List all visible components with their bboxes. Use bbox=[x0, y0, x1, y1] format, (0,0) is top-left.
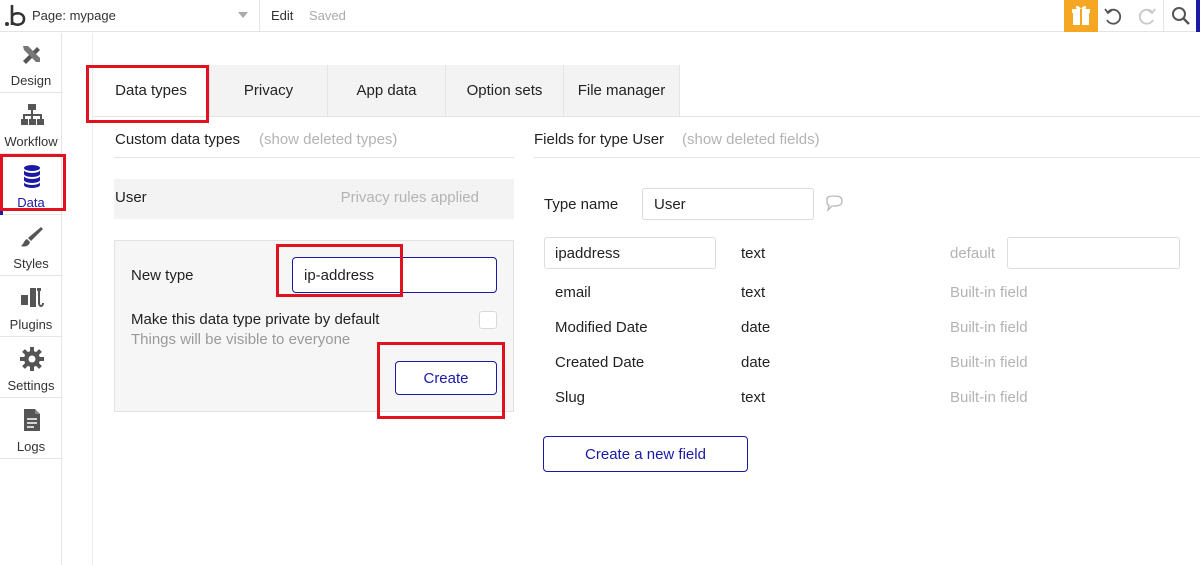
tab-file-manager[interactable]: File manager bbox=[564, 65, 680, 117]
sidebar-item-label: Data bbox=[17, 195, 45, 210]
field-name: email bbox=[555, 284, 591, 301]
default-value-input[interactable] bbox=[1007, 237, 1180, 269]
gift-icon bbox=[1072, 5, 1090, 25]
sidebar-item-label: Plugins bbox=[9, 317, 53, 332]
tab-option-sets[interactable]: Option sets bbox=[446, 65, 564, 117]
field-type: text bbox=[741, 389, 766, 406]
sidebar-item-label: Styles bbox=[13, 256, 49, 271]
save-status: Saved bbox=[309, 8, 346, 23]
field-row-slug[interactable]: Slug text Built-in field bbox=[544, 381, 1194, 416]
left-sidebar: Design Workflow Data Styles Plugins Sett… bbox=[0, 33, 62, 565]
private-checkbox[interactable] bbox=[479, 311, 497, 329]
divider bbox=[534, 157, 1200, 158]
custom-types-heading: Custom data types bbox=[115, 131, 241, 148]
gift-button[interactable] bbox=[1064, 0, 1098, 32]
data-type-name: User bbox=[115, 189, 147, 206]
new-field-row: text default bbox=[544, 237, 1194, 272]
sidebar-item-data[interactable]: Data bbox=[0, 155, 62, 215]
sidebar-item-label: Settings bbox=[7, 378, 55, 393]
show-deleted-fields-link[interactable]: (show deleted fields) bbox=[682, 131, 820, 148]
create-type-button[interactable]: Create bbox=[395, 361, 497, 395]
field-type: date bbox=[741, 319, 771, 336]
field-row-modified-date[interactable]: Modified Date date Built-in field bbox=[544, 311, 1194, 346]
field-type: text bbox=[741, 284, 766, 301]
database-icon bbox=[24, 165, 40, 188]
design-icon bbox=[23, 46, 40, 64]
field-name: Modified Date bbox=[555, 319, 648, 336]
show-deleted-types-link[interactable]: (show deleted types) bbox=[259, 131, 397, 148]
document-icon bbox=[24, 409, 40, 431]
search-icon[interactable] bbox=[1170, 5, 1192, 27]
divider bbox=[93, 116, 1200, 117]
new-type-input[interactable] bbox=[292, 257, 497, 293]
accent-strip bbox=[1196, 0, 1200, 32]
sidebar-item-label: Design bbox=[10, 73, 52, 88]
field-name-input[interactable] bbox=[544, 237, 716, 269]
tab-app-data[interactable]: App data bbox=[328, 65, 446, 117]
field-row-email[interactable]: email text Built-in field bbox=[544, 276, 1194, 311]
redo-icon[interactable] bbox=[1136, 5, 1158, 27]
field-name: Created Date bbox=[555, 354, 645, 371]
sidebar-item-logs[interactable]: Logs bbox=[0, 399, 62, 459]
field-row-created-date[interactable]: Created Date date Built-in field bbox=[544, 346, 1194, 381]
plug-icon bbox=[21, 288, 44, 307]
create-new-field-button[interactable]: Create a new field bbox=[543, 436, 748, 472]
tab-data-types[interactable]: Data types bbox=[93, 65, 210, 117]
default-label: default bbox=[950, 245, 996, 262]
data-type-row-user[interactable]: User Privacy rules applied bbox=[114, 179, 514, 219]
divider bbox=[114, 157, 514, 158]
tab-privacy[interactable]: Privacy bbox=[210, 65, 328, 117]
sidebar-item-label: Workflow bbox=[4, 134, 58, 149]
private-hint: Things will be visible to everyone bbox=[131, 331, 351, 348]
gear-icon bbox=[20, 347, 44, 371]
page-selector[interactable]: Page: mypage bbox=[32, 8, 116, 23]
edit-menu[interactable]: Edit bbox=[271, 8, 293, 23]
sidebar-item-settings[interactable]: Settings bbox=[0, 338, 62, 398]
divider bbox=[259, 0, 260, 32]
brush-icon bbox=[21, 227, 43, 247]
field-type: date bbox=[741, 354, 771, 371]
sidebar-item-label: Logs bbox=[16, 439, 46, 454]
bubble-logo-icon[interactable] bbox=[4, 2, 26, 28]
field-note: Built-in field bbox=[950, 389, 1028, 406]
privacy-status: Privacy rules applied bbox=[340, 189, 479, 206]
comment-icon[interactable] bbox=[824, 195, 844, 213]
top-bar: Page: mypage Edit Saved bbox=[0, 0, 1200, 32]
sidebar-item-styles[interactable]: Styles bbox=[0, 216, 62, 276]
private-by-default-label: Make this data type private by default bbox=[131, 311, 380, 328]
field-note: Built-in field bbox=[950, 284, 1028, 301]
sidebar-item-design[interactable]: Design bbox=[0, 33, 62, 93]
divider bbox=[1163, 0, 1164, 32]
field-type-select[interactable]: text bbox=[741, 245, 765, 262]
new-type-label: New type bbox=[131, 267, 194, 284]
field-note: Built-in field bbox=[950, 319, 1028, 336]
type-name-label: Type name bbox=[544, 196, 619, 213]
undo-icon[interactable] bbox=[1102, 5, 1124, 27]
chevron-down-icon[interactable] bbox=[238, 12, 248, 18]
field-note: Built-in field bbox=[950, 354, 1028, 371]
fields-heading: Fields for type User bbox=[534, 131, 665, 148]
field-name: Slug bbox=[555, 389, 586, 406]
sidebar-item-plugins[interactable]: Plugins bbox=[0, 277, 62, 337]
new-type-panel: New type Make this data type private by … bbox=[114, 240, 514, 412]
workflow-icon bbox=[21, 104, 44, 125]
type-name-input[interactable] bbox=[642, 188, 814, 220]
sidebar-item-workflow[interactable]: Workflow bbox=[0, 94, 62, 154]
